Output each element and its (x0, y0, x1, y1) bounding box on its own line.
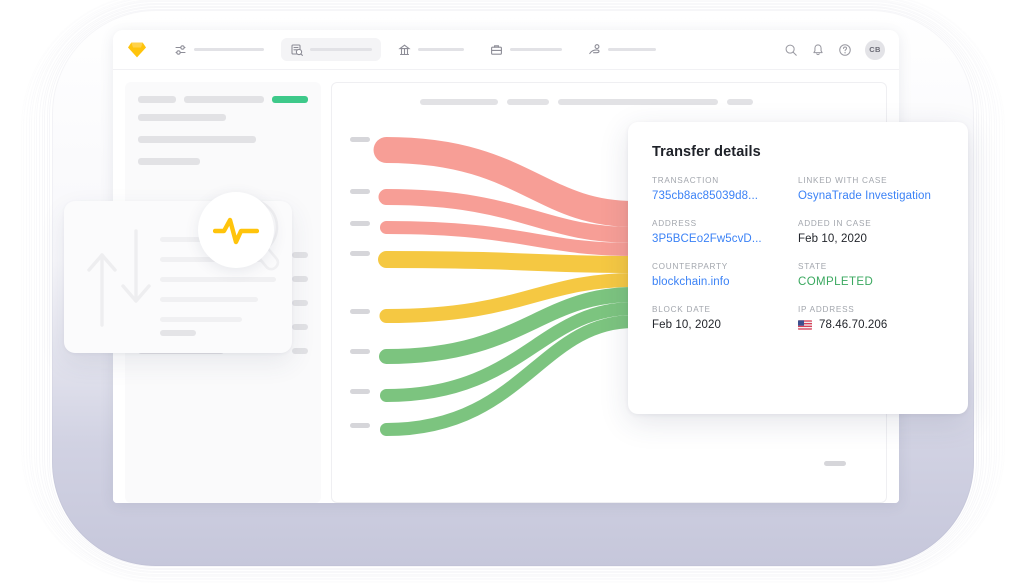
report-search-icon (291, 44, 303, 56)
screenshot-root: CB Transfer details TRANSACTION 735cb8ac… (0, 0, 1024, 583)
transfer-arrows-icon (87, 229, 151, 327)
sankey-node-marker[interactable] (350, 137, 370, 142)
pulse-badge (198, 192, 274, 268)
sankey-node-marker (824, 461, 846, 466)
detail-field-label: IP ADDRESS (798, 305, 855, 314)
detail-field-label: TRANSACTION (652, 176, 719, 185)
sankey-link[interactable] (378, 251, 643, 273)
list-item-tag-skeleton (292, 252, 308, 258)
sankey-node-marker[interactable] (350, 221, 370, 226)
sliders-icon (175, 45, 186, 55)
skeleton-bar (160, 317, 242, 322)
skeleton-bar (558, 99, 718, 105)
sankey-node-marker[interactable] (350, 189, 370, 194)
diamond-logo-icon[interactable] (127, 41, 147, 59)
us-flag-icon (798, 320, 812, 330)
sidebar-header-row (138, 96, 309, 103)
details-field-grid: TRANSACTION 735cb8ac85039d8... LINKED WITH… (652, 176, 944, 331)
detail-field: ADDRESS 3P5BCEo2Fw5cvD... (652, 219, 798, 245)
detail-field-value: Feb 10, 2020 (652, 319, 721, 331)
detail-field-value[interactable]: OsynaTrade Investigation (798, 190, 944, 202)
nav-item-1[interactable] (281, 38, 381, 61)
pulse-icon (213, 217, 259, 245)
detail-field-value[interactable]: 735cb8ac85039d8... (652, 190, 798, 202)
detail-field: LINKED WITH CASE OsynaTrade Investigation (798, 176, 944, 202)
nav-item-2[interactable] (389, 38, 473, 61)
sankey-node-marker[interactable] (350, 389, 370, 394)
top-toolbar: CB (113, 30, 899, 70)
skeleton-bar (138, 158, 200, 165)
nav-item-label-skeleton (310, 48, 372, 51)
toolbar-actions: CB (784, 39, 885, 60)
detail-field-value: Feb 10, 2020 (798, 233, 867, 245)
main-header-skeleton (332, 83, 886, 105)
page-title: Transfer details (652, 144, 761, 160)
transfer-details-card: Transfer details TRANSACTION 735cb8ac8503… (628, 122, 968, 414)
detail-field-value[interactable]: 3P5BCEo2Fw5cvD... (652, 233, 798, 245)
nav-item-3[interactable] (481, 38, 571, 61)
list-item-tag-skeleton (292, 276, 308, 282)
nav-item-4[interactable] (579, 38, 665, 61)
nav-item-label-skeleton (608, 48, 656, 51)
detail-field-value: COMPLETED (798, 276, 874, 288)
detail-field: TRANSACTION 735cb8ac85039d8... (652, 176, 798, 202)
sankey-node-marker[interactable] (350, 349, 370, 354)
sankey-node-marker[interactable] (350, 423, 370, 428)
nav-item-label-skeleton (418, 48, 464, 51)
card-skeleton-footer (160, 330, 196, 336)
search-icon[interactable] (784, 43, 798, 57)
detail-field-value[interactable]: blockchain.info (652, 276, 798, 288)
skeleton-bar (507, 99, 549, 105)
detail-field-label: STATE (798, 262, 827, 271)
detail-field-label: COUNTERPARTY (652, 262, 729, 271)
avatar[interactable]: CB (865, 39, 885, 60)
ip-address-text: 78.46.70.206 (819, 319, 888, 331)
detail-field-label: BLOCK DATE (652, 305, 711, 314)
detail-field: BLOCK DATE Feb 10, 2020 (652, 305, 798, 331)
bank-icon (398, 44, 411, 56)
bell-icon[interactable] (811, 43, 825, 57)
skeleton-bar (138, 114, 226, 121)
detail-field: ADDED IN CASE Feb 10, 2020 (798, 219, 944, 245)
list-item-tag-skeleton (292, 348, 308, 354)
sankey-node-marker[interactable] (350, 309, 370, 314)
list-item-tag-skeleton (292, 324, 308, 330)
skeleton-bar (138, 96, 177, 103)
handshake-icon (589, 44, 600, 55)
skeleton-bar (138, 136, 256, 143)
briefcase-icon (491, 45, 502, 55)
detail-field: IP ADDRESS 78.46.70.206 (798, 305, 944, 331)
skeleton-bar (160, 297, 258, 302)
detail-field-label: LINKED WITH CASE (798, 176, 888, 185)
list-item-tag-skeleton (292, 300, 308, 306)
skeleton-bar (184, 96, 264, 103)
detail-field-label: ADDED IN CASE (798, 219, 872, 228)
help-icon[interactable] (838, 43, 852, 57)
detail-field: STATE COMPLETED (798, 262, 944, 288)
sidebar-skeleton-body (138, 114, 308, 165)
nav-item-label-skeleton (510, 48, 562, 51)
detail-field-label: ADDRESS (652, 219, 697, 228)
detail-field: COUNTERPARTY blockchain.info (652, 262, 798, 288)
nav-item-label-skeleton (194, 48, 264, 51)
primary-nav (165, 38, 784, 61)
skeleton-bar (727, 99, 753, 105)
nav-item-0[interactable] (165, 38, 273, 61)
detail-field-value: 78.46.70.206 (798, 319, 944, 331)
sankey-node-marker[interactable] (350, 251, 370, 256)
sidebar-status-badge (271, 96, 309, 103)
skeleton-bar (420, 99, 498, 105)
